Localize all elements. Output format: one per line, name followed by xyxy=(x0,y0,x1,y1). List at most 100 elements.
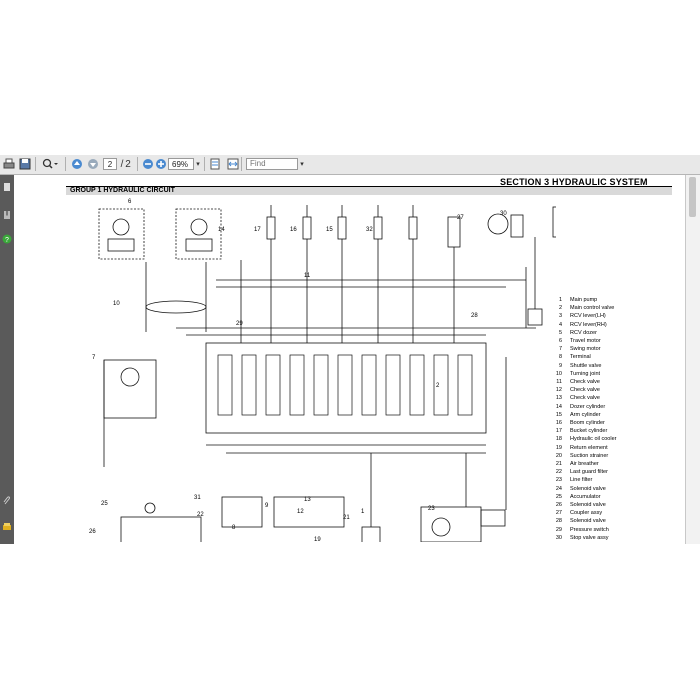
print-icon[interactable] xyxy=(2,157,16,171)
attachment-icon[interactable] xyxy=(1,495,13,507)
legend-item: 14 Dozer cylinder xyxy=(550,403,670,411)
legend-label: Stop valve assy xyxy=(570,534,609,541)
legend-number: 20 xyxy=(555,452,562,459)
diagram-callout: 6 xyxy=(128,199,132,205)
diagram-callout: 31 xyxy=(194,495,201,501)
legend-number: 16 xyxy=(555,420,562,427)
diagram-callout: 22 xyxy=(197,512,204,518)
legend-label: Check valve xyxy=(570,387,600,394)
legend-number: 13 xyxy=(555,395,562,402)
diagram-callout: 11 xyxy=(304,273,311,279)
zoom-dropdown-icon[interactable]: ▾ xyxy=(194,157,202,171)
zoom-in-icon[interactable] xyxy=(154,157,168,171)
bookmarks-icon[interactable] xyxy=(1,209,13,221)
legend-label: Coupler assy xyxy=(570,510,603,517)
legend-item: 1 Main pump xyxy=(550,296,670,304)
legend-label: RCV lever(RH) xyxy=(570,321,607,328)
diagram-callout: 8 xyxy=(232,525,236,531)
legend-label: Bucket cylinder xyxy=(570,428,608,435)
legend-number: 11 xyxy=(556,379,562,386)
legend-label: Arm cylinder xyxy=(570,411,601,418)
fit-page-icon[interactable] xyxy=(208,157,222,171)
zoom-select[interactable]: 69% xyxy=(168,158,194,170)
legend-label: Dozer cylinder xyxy=(570,403,606,410)
legend-label: Return element xyxy=(570,444,608,451)
legend-number: 9 xyxy=(558,362,562,369)
legend-label: Solenoid valve xyxy=(570,485,606,492)
legend-number: 25 xyxy=(555,493,562,500)
legend-item: 13 Check valve xyxy=(550,394,670,402)
diagram-callout: 27 xyxy=(457,215,464,221)
legend-item: 20 Suction strainer xyxy=(550,452,670,460)
legend-label: Boom cylinder xyxy=(570,420,605,427)
legend-label: Shuttle valve xyxy=(570,362,602,369)
fit-width-icon[interactable] xyxy=(226,157,240,171)
legend-item: 9 Shuttle valve xyxy=(550,362,670,370)
pdf-viewer: 2 / 2 69% ▾ ▾ ? xyxy=(0,155,700,544)
diagram-callout: 9 xyxy=(265,503,269,509)
diagram-callout: 17 xyxy=(254,227,261,233)
layers-icon[interactable] xyxy=(1,521,13,533)
diagram-callout: 15 xyxy=(326,227,333,233)
diagram-callout: 29 xyxy=(236,321,243,327)
nav-up-icon[interactable] xyxy=(70,157,84,171)
legend-number: 19 xyxy=(555,444,562,451)
diagram-callout: 32 xyxy=(366,227,373,233)
legend-label: Swing motor xyxy=(570,346,601,353)
document-page: SECTION 3 HYDRAULIC SYSTEM GROUP 1 HYDRA… xyxy=(30,175,680,544)
legend-item: 4 RCV lever(RH) xyxy=(550,321,670,329)
scrollbar-thumb[interactable] xyxy=(689,177,696,217)
legend-number: 24 xyxy=(555,485,562,492)
legend-number: 10 xyxy=(555,370,562,377)
legend-label: RCV dozer xyxy=(570,329,597,336)
legend-label: Solenoid valve xyxy=(570,518,606,525)
left-sidebar: ? xyxy=(0,175,14,544)
diagram-callout: 28 xyxy=(471,313,478,319)
legend-item: 10 Turning joint xyxy=(550,370,670,378)
hydraulic-schematic: 1267891011121314151617192021222325262728… xyxy=(89,199,556,542)
legend-item: 27 Coupler assy xyxy=(550,509,670,517)
legend-label: RCV lever(LH) xyxy=(570,313,606,320)
diagram-callout: 14 xyxy=(218,227,225,233)
legend-label: Accumulator xyxy=(570,493,601,500)
nav-down-icon[interactable] xyxy=(86,157,100,171)
legend-number: 26 xyxy=(555,502,562,509)
diagram-callout: 16 xyxy=(290,227,297,233)
legend-number: 29 xyxy=(555,526,562,533)
diagram-callout: 10 xyxy=(113,301,120,307)
diagram-callout: 13 xyxy=(304,497,311,503)
legend-item: 16 Boom cylinder xyxy=(550,419,670,427)
search-icon[interactable] xyxy=(40,157,60,171)
legend-item: 12 Check valve xyxy=(550,386,670,394)
pages-panel-icon[interactable] xyxy=(1,181,13,193)
save-icon[interactable] xyxy=(18,157,32,171)
help-icon[interactable]: ? xyxy=(1,233,13,245)
legend-label: Hydraulic oil cooler xyxy=(570,436,617,443)
legend-number: 4 xyxy=(558,321,562,328)
page-number-input[interactable]: 2 xyxy=(103,158,117,170)
legend-item: 3 RCV lever(LH) xyxy=(550,312,670,320)
scrollbar[interactable] xyxy=(685,175,700,544)
diagram-callout: 21 xyxy=(343,515,350,521)
toolbar: 2 / 2 69% ▾ ▾ xyxy=(0,155,700,175)
legend-number: 2 xyxy=(558,305,562,312)
find-dropdown-icon[interactable]: ▾ xyxy=(298,157,306,171)
legend-item: 24 Solenoid valve xyxy=(550,485,670,493)
legend-number: 17 xyxy=(555,428,562,435)
legend-item: 8 Terminal xyxy=(550,353,670,361)
zoom-out-icon[interactable] xyxy=(141,157,155,171)
legend-number: 3 xyxy=(558,313,562,320)
legend-label: Turning joint xyxy=(570,370,601,377)
diagram-callout: 30 xyxy=(500,211,507,217)
find-input[interactable] xyxy=(246,158,298,170)
group-title: GROUP 1 HYDRAULIC CIRCUIT xyxy=(70,187,175,194)
legend-number: 30 xyxy=(555,534,562,541)
legend-number: 12 xyxy=(555,387,562,394)
legend-item: 22 Last guard filter xyxy=(550,468,670,476)
legend-item: 7 Swing motor xyxy=(550,345,670,353)
legend-number: 23 xyxy=(555,477,562,484)
legend-item: 18 Hydraulic oil cooler xyxy=(550,435,670,443)
legend-label: Pressure switch xyxy=(570,526,609,533)
legend-label: Last guard filter xyxy=(570,469,608,476)
legend-label: Main control valve xyxy=(570,305,615,312)
